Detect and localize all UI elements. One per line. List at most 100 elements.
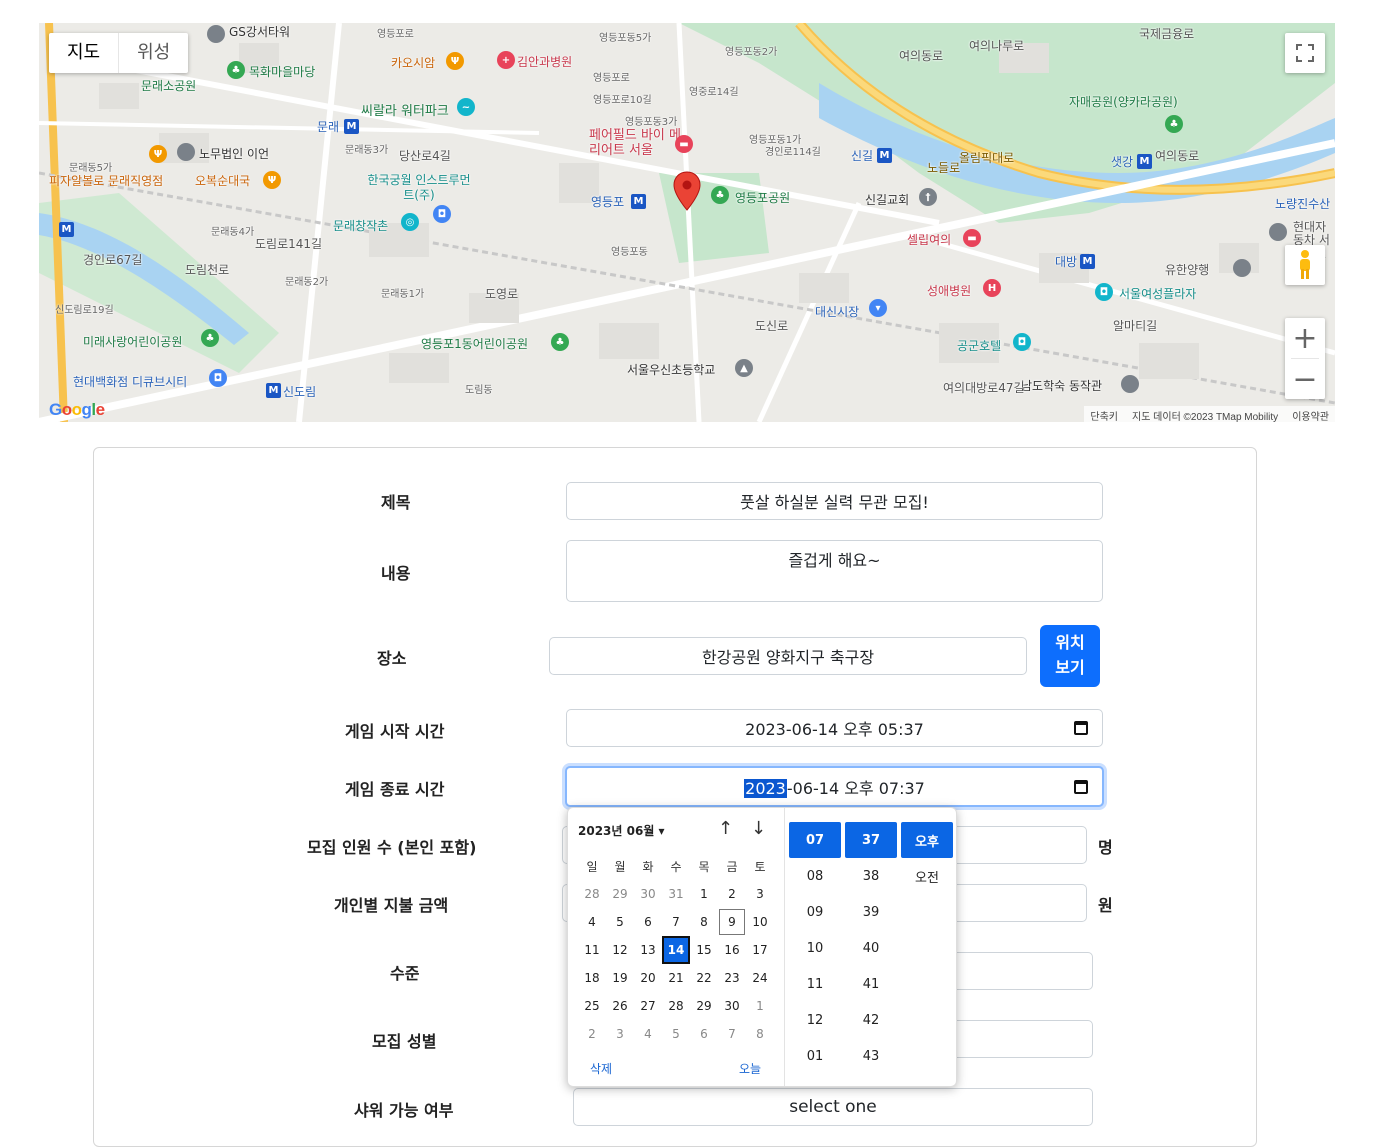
content-textarea[interactable]: 즐겁게 해요~ — [566, 540, 1103, 602]
minute-option[interactable]: 39 — [845, 894, 897, 930]
calendar-day[interactable]: 6 — [634, 908, 662, 936]
fullscreen-button[interactable] — [1285, 33, 1325, 73]
minute-option[interactable]: 38 — [845, 858, 897, 894]
hotel-icon[interactable]: ▬ — [963, 229, 981, 247]
hour-option[interactable]: 10 — [789, 930, 841, 966]
minute-option[interactable]: 42 — [845, 1002, 897, 1038]
clear-button[interactable]: 삭제 — [590, 1060, 612, 1077]
waterpark-icon[interactable]: ~ — [457, 98, 475, 116]
hour-option[interactable]: 12 — [789, 1002, 841, 1038]
hotel-icon[interactable]: ▬ — [675, 135, 693, 153]
calendar-day[interactable]: 28 — [662, 992, 690, 1020]
calendar-day[interactable]: 26 — [606, 992, 634, 1020]
place-input[interactable]: 한강공원 양화지구 축구장 — [549, 637, 1027, 675]
calendar-day[interactable]: 6 — [690, 1020, 718, 1048]
calendar-day[interactable]: 7 — [662, 908, 690, 936]
calendar-day[interactable]: 11 — [578, 936, 606, 964]
map-type-satellite-button[interactable]: 위성 — [118, 33, 188, 73]
terms-link[interactable]: 이용약관 — [1292, 408, 1329, 422]
calendar-day[interactable]: 4 — [634, 1020, 662, 1048]
hospital-icon[interactable]: H — [983, 279, 1001, 297]
calendar-day[interactable]: 7 — [718, 1020, 746, 1048]
subway-icon[interactable]: M — [1137, 154, 1152, 169]
church-icon[interactable]: † — [919, 188, 937, 206]
place-icon[interactable] — [1233, 259, 1251, 277]
subway-icon[interactable]: M — [59, 222, 74, 237]
place-icon[interactable] — [1269, 223, 1287, 241]
calendar-day[interactable]: 8 — [746, 1020, 774, 1048]
place-icon[interactable] — [1121, 375, 1139, 393]
calendar-day[interactable]: 30 — [718, 992, 746, 1020]
park-icon[interactable]: ♣ — [227, 61, 245, 79]
calendar-day-today[interactable]: 9 — [718, 908, 746, 936]
hour-option[interactable]: 09 — [789, 894, 841, 930]
calendar-day[interactable]: 30 — [634, 880, 662, 908]
ampm-option-selected[interactable]: 오후 — [901, 822, 953, 858]
minute-option[interactable]: 41 — [845, 966, 897, 1002]
title-input[interactable]: 풋살 하실분 실력 무관 모집! — [566, 482, 1103, 520]
map-type-roadmap-button[interactable]: 지도 — [49, 33, 118, 73]
calendar-icon[interactable] — [1074, 721, 1088, 735]
market-icon[interactable]: ▾ — [869, 299, 887, 317]
calendar-day[interactable]: 21 — [662, 964, 690, 992]
street-view-button[interactable] — [1285, 245, 1325, 285]
place-icon[interactable]: ◘ — [1095, 283, 1113, 301]
subway-icon[interactable]: M — [631, 194, 646, 209]
calendar-day[interactable]: 19 — [606, 964, 634, 992]
calendar-day[interactable]: 31 — [662, 880, 690, 908]
previous-month-arrow-icon[interactable]: ↑ — [718, 818, 733, 839]
calendar-day[interactable]: 16 — [718, 936, 746, 964]
zoom-in-button[interactable]: + — [1285, 318, 1325, 358]
start-time-input[interactable]: 2023-06-14 오후 05:37 — [566, 709, 1103, 747]
subway-icon[interactable]: M — [344, 119, 359, 134]
calendar-day[interactable]: 10 — [746, 908, 774, 936]
shopping-icon[interactable]: ◘ — [209, 369, 227, 387]
calendar-day[interactable]: 3 — [746, 880, 774, 908]
school-icon[interactable]: ▲ — [735, 359, 753, 377]
today-button[interactable]: 오늘 — [739, 1060, 761, 1077]
calendar-day[interactable]: 24 — [746, 964, 774, 992]
zoom-out-button[interactable]: − — [1285, 359, 1325, 399]
calendar-day[interactable]: 29 — [606, 880, 634, 908]
hour-option[interactable]: 01 — [789, 1038, 841, 1074]
keyboard-shortcuts-link[interactable]: 단축키 — [1090, 408, 1118, 422]
subway-icon[interactable]: M — [266, 383, 281, 398]
calendar-day[interactable]: 13 — [634, 936, 662, 964]
calendar-day[interactable]: 8 — [690, 908, 718, 936]
content-textarea-input[interactable]: 즐겁게 해요~ — [567, 541, 1102, 601]
calendar-day[interactable]: 5 — [606, 908, 634, 936]
calendar-day[interactable]: 17 — [746, 936, 774, 964]
restaurant-icon[interactable]: Ψ — [446, 52, 464, 70]
hour-option[interactable]: 08 — [789, 858, 841, 894]
calendar-day[interactable]: 20 — [634, 964, 662, 992]
calendar-day[interactable]: 18 — [578, 964, 606, 992]
park-icon[interactable]: ♣ — [201, 329, 219, 347]
restaurant-icon[interactable]: Ψ — [149, 145, 167, 163]
restaurant-icon[interactable]: Ψ — [263, 171, 281, 189]
subway-icon[interactable]: M — [877, 148, 892, 163]
calendar-day[interactable]: 25 — [578, 992, 606, 1020]
hospital-icon[interactable]: + — [497, 51, 515, 69]
subway-icon[interactable]: M — [1080, 254, 1095, 269]
hotel-icon[interactable]: ◘ — [1013, 333, 1031, 351]
calendar-day[interactable]: 4 — [578, 908, 606, 936]
calendar-day[interactable]: 23 — [718, 964, 746, 992]
month-year-dropdown[interactable]: 2023년 06월 ▾ — [578, 822, 665, 839]
calendar-day[interactable]: 3 — [606, 1020, 634, 1048]
calendar-day[interactable]: 28 — [578, 880, 606, 908]
hour-option-selected[interactable]: 07 — [789, 822, 841, 858]
calendar-day[interactable]: 1 — [746, 992, 774, 1020]
park-icon[interactable]: ♣ — [711, 186, 729, 204]
calendar-day[interactable]: 12 — [606, 936, 634, 964]
next-month-arrow-icon[interactable]: ↓ — [751, 818, 766, 839]
place-icon[interactable] — [177, 143, 195, 161]
place-icon[interactable] — [207, 25, 225, 43]
calendar-day[interactable]: 1 — [690, 880, 718, 908]
park-icon[interactable]: ♣ — [551, 333, 569, 351]
calendar-day-selected[interactable]: 14 — [662, 936, 690, 964]
calendar-day[interactable]: 5 — [662, 1020, 690, 1048]
hour-option[interactable]: 11 — [789, 966, 841, 1002]
calendar-day[interactable]: 2 — [578, 1020, 606, 1048]
ampm-option[interactable]: 오전 — [901, 858, 953, 894]
end-time-year-segment[interactable]: 2023 — [744, 778, 787, 798]
